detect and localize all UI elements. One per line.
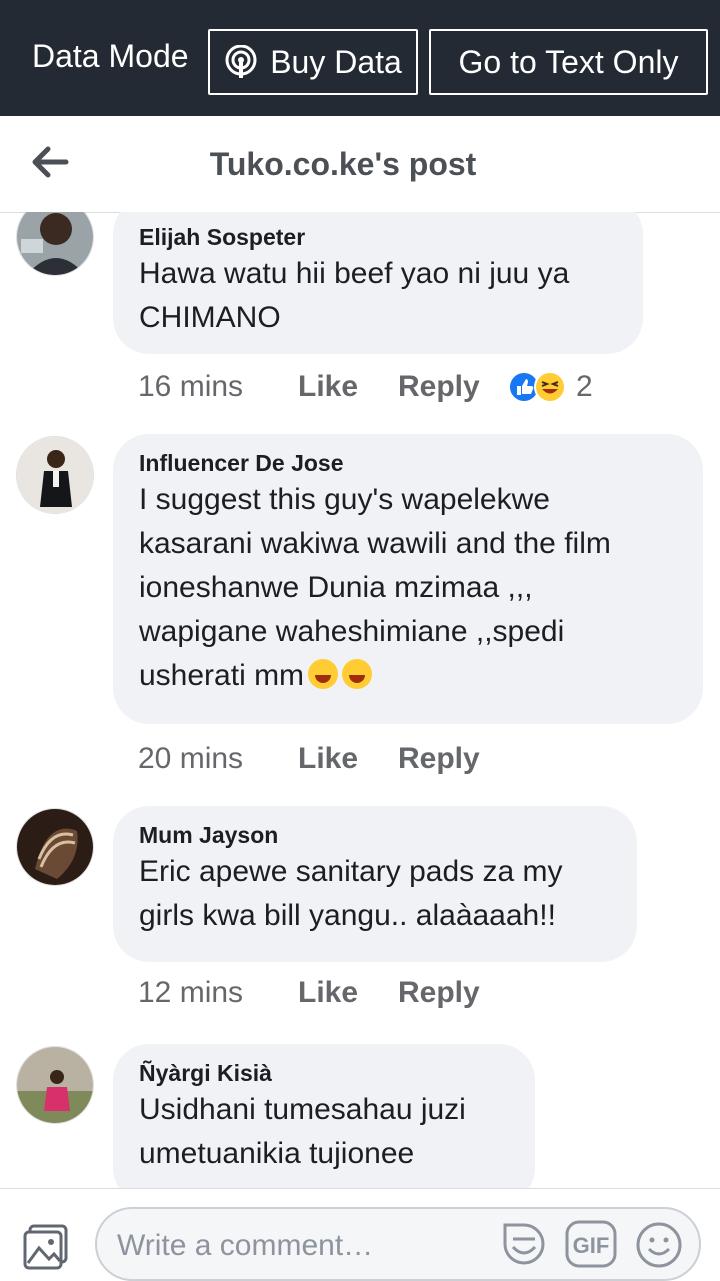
- reply-button[interactable]: Reply: [398, 976, 508, 1010]
- comment-author[interactable]: Influencer De Jose: [139, 448, 677, 478]
- data-mode-bar: Data Mode Buy Data Go to Text Only: [0, 0, 720, 116]
- comment-bubble[interactable]: Ñyàrgi Kisià Usidhani tumesahau juzi ume…: [113, 1044, 535, 1188]
- comment-author[interactable]: Elijah Sospeter: [139, 222, 617, 252]
- comment-timestamp: 12 mins: [138, 976, 244, 1009]
- text-only-label: Go to Text Only: [458, 43, 679, 80]
- avatar[interactable]: [16, 808, 94, 886]
- comment-actions: 12 mins Like Reply: [138, 976, 508, 1010]
- comment-composer: Write a comment… GIF: [0, 1188, 720, 1281]
- comment-text: I suggest this guy's wapelekwe kasarani …: [139, 483, 611, 692]
- emoji-icon[interactable]: [635, 1221, 683, 1269]
- data-mode-label: Data Mode: [32, 38, 189, 74]
- comments-feed[interactable]: Elijah Sospeter Hawa watu hii beef yao n…: [0, 212, 720, 1188]
- comment-author[interactable]: Mum Jayson: [139, 820, 611, 850]
- reply-button[interactable]: Reply: [398, 742, 508, 776]
- buy-data-button[interactable]: Buy Data: [208, 29, 418, 95]
- haha-reaction-icon[interactable]: [534, 371, 566, 403]
- comment-actions: 20 mins Like Reply: [138, 742, 508, 776]
- comment-author[interactable]: Ñyàrgi Kisià: [139, 1058, 509, 1088]
- reaction-count: 2: [576, 370, 593, 403]
- svg-text:GIF: GIF: [573, 1233, 610, 1258]
- comment-input-placeholder: Write a comment…: [117, 1229, 374, 1262]
- comment-text: Eric apewe sanitary pads za my girls kwa…: [139, 855, 563, 932]
- comment-text: Hawa watu hii beef yao ni juu ya CHIMANO: [139, 257, 570, 334]
- comment-timestamp: 20 mins: [138, 742, 244, 775]
- like-button[interactable]: Like: [298, 370, 398, 404]
- like-button[interactable]: Like: [298, 976, 398, 1010]
- rofl-emoji-icon: [308, 659, 339, 689]
- rofl-emoji-icon: [342, 659, 373, 689]
- gif-icon[interactable]: GIF: [565, 1220, 617, 1268]
- avatar[interactable]: [16, 212, 94, 276]
- reply-button[interactable]: Reply: [398, 370, 508, 404]
- comment-timestamp: 16 mins: [138, 370, 244, 403]
- sticker-icon[interactable]: [499, 1219, 549, 1269]
- broadcast-icon: [225, 45, 257, 78]
- like-button[interactable]: Like: [298, 742, 398, 776]
- avatar[interactable]: [16, 1046, 94, 1124]
- avatar[interactable]: [16, 436, 94, 514]
- comment-bubble[interactable]: Elijah Sospeter Hawa watu hii beef yao n…: [113, 212, 643, 354]
- comment-actions: 16 mins Like Reply 2: [138, 370, 593, 404]
- comment-input[interactable]: Write a comment… GIF: [95, 1207, 701, 1281]
- page-title: Tuko.co.ke's post: [209, 146, 477, 182]
- comment-bubble[interactable]: Influencer De Jose I suggest this guy's …: [113, 434, 703, 724]
- buy-data-label: Buy Data: [270, 43, 402, 80]
- post-header: Tuko.co.ke's post: [0, 116, 720, 213]
- comment-bubble[interactable]: Mum Jayson Eric apewe sanitary pads za m…: [113, 806, 637, 962]
- go-to-text-only-button[interactable]: Go to Text Only: [429, 29, 708, 95]
- photo-icon[interactable]: [22, 1223, 70, 1271]
- comment-text: Usidhani tumesahau juzi umetuanikia tuji…: [139, 1093, 466, 1170]
